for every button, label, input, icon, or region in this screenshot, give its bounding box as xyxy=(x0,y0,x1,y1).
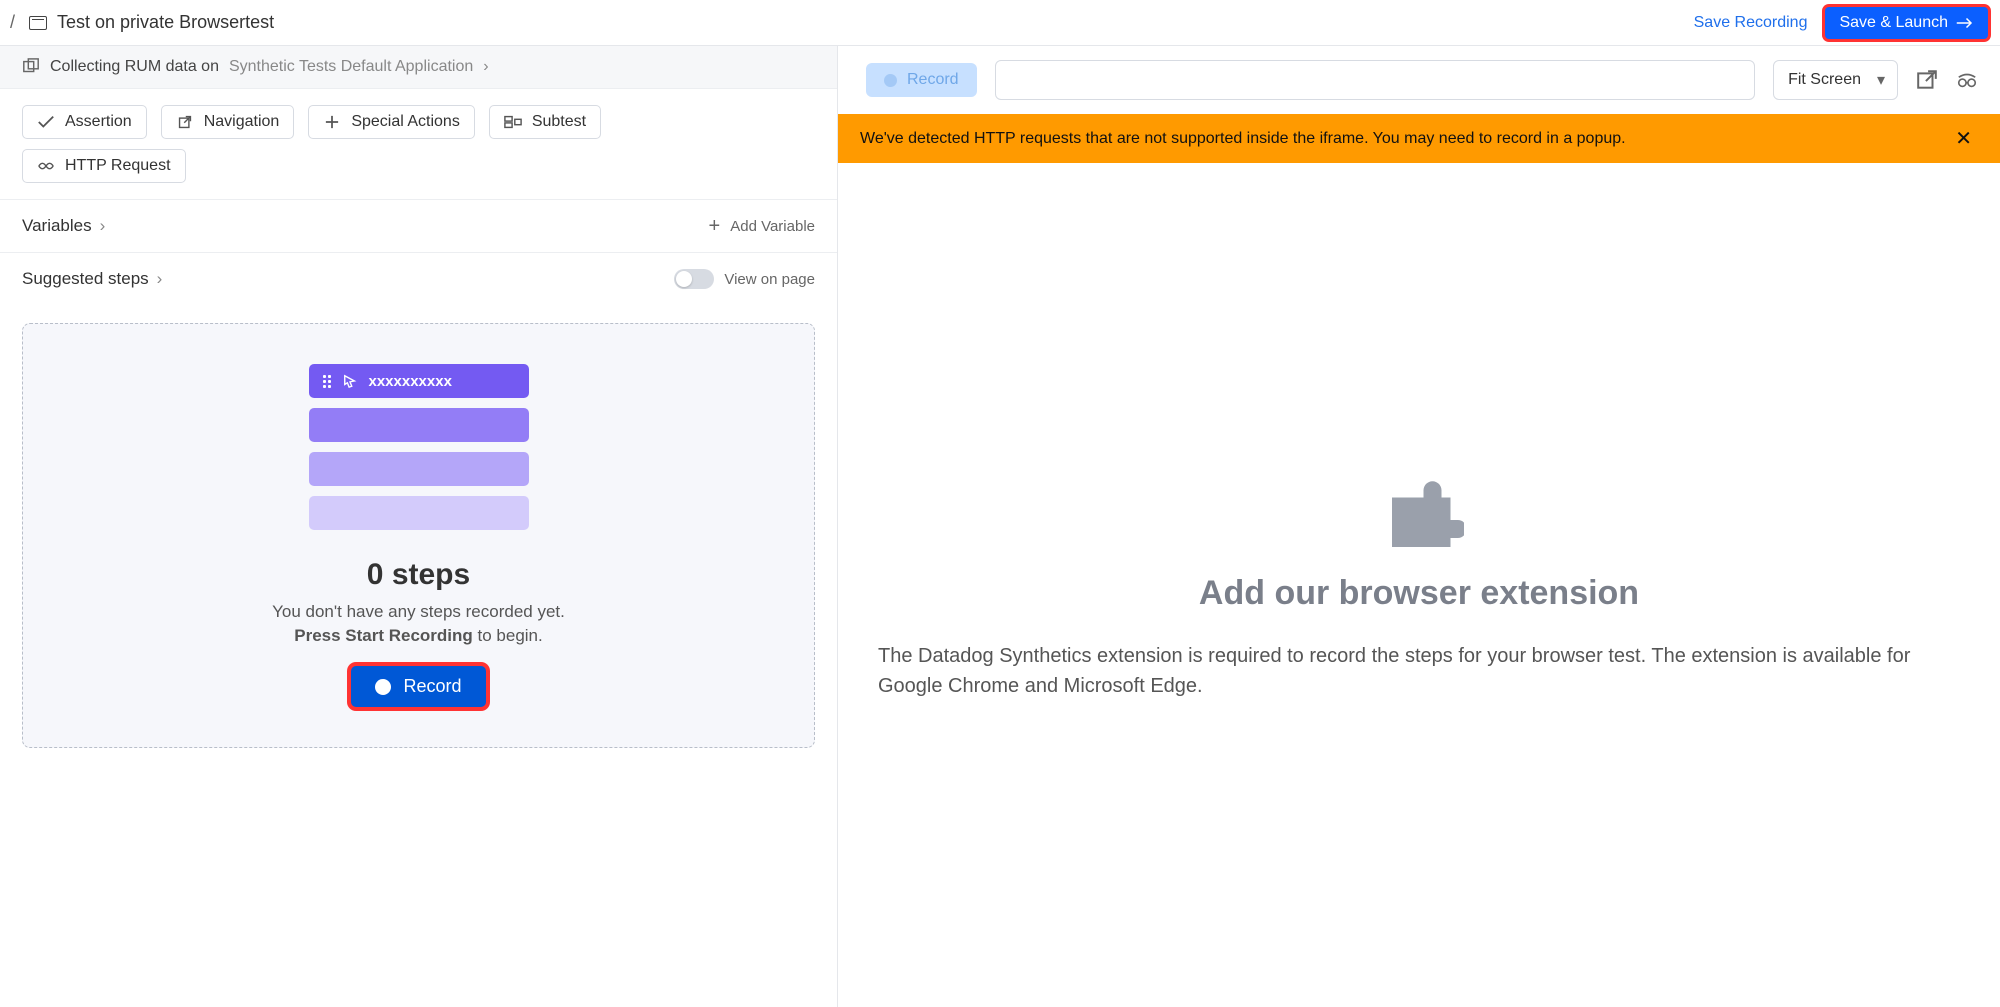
breadcrumb-separator: / xyxy=(6,12,19,33)
http-request-label: HTTP Request xyxy=(65,157,171,175)
record-dot-icon xyxy=(375,679,391,695)
external-link-icon xyxy=(176,115,194,129)
steps-empty-state: xxxxxxxxxx 0 steps You don't have any st… xyxy=(22,323,815,748)
topbar: / Test on private Browsertest Save Recor… xyxy=(0,0,2000,46)
variables-label: Variables xyxy=(22,216,92,236)
zoom-select[interactable]: Fit Screen ▾ xyxy=(1773,60,1898,100)
steps-empty-line2-rest: to begin. xyxy=(473,626,543,645)
assertion-label: Assertion xyxy=(65,113,132,131)
view-on-page-toggle[interactable] xyxy=(674,269,714,289)
right-pane: Record Fit Screen ▾ We've detected HTTP … xyxy=(838,46,2000,1007)
iframe-warning-banner: We've detected HTTP requests that are no… xyxy=(838,114,2000,163)
arrow-right-icon xyxy=(1956,16,1974,30)
record-dot-icon xyxy=(884,74,897,87)
page-title: Test on private Browsertest xyxy=(57,12,274,33)
preview-toolbar: Record Fit Screen ▾ xyxy=(838,46,2000,114)
add-variable-button[interactable]: + Add Variable xyxy=(709,216,815,236)
rum-prefix: Collecting RUM data on xyxy=(50,58,219,76)
browser-test-icon xyxy=(29,16,47,30)
assertion-button[interactable]: Assertion xyxy=(22,105,147,139)
chevron-right-icon: › xyxy=(483,58,488,76)
suggested-steps-section[interactable]: Suggested steps › View on page xyxy=(0,252,837,305)
steps-empty-line1: You don't have any steps recorded yet. xyxy=(53,602,784,622)
incognito-icon[interactable] xyxy=(1956,69,1978,91)
preview-record-label: Record xyxy=(907,71,959,89)
rum-icon xyxy=(22,58,40,76)
illustration-row xyxy=(309,496,529,530)
illustration-text: xxxxxxxxxx xyxy=(369,373,452,390)
extension-body: The Datadog Synthetics extension is requ… xyxy=(878,641,1960,701)
save-and-launch-button[interactable]: Save & Launch xyxy=(1825,7,1988,39)
close-icon[interactable]: ✕ xyxy=(1949,126,1978,151)
left-pane: Collecting RUM data on Synthetic Tests D… xyxy=(0,46,838,1007)
caret-down-icon: ▾ xyxy=(1877,70,1885,90)
save-and-launch-label: Save & Launch xyxy=(1839,14,1948,32)
record-button-label: Record xyxy=(403,676,461,697)
extension-heading: Add our browser extension xyxy=(1199,574,1639,613)
breadcrumb: / Test on private Browsertest xyxy=(6,12,274,33)
open-in-new-icon[interactable] xyxy=(1916,69,1938,91)
view-on-page-label: View on page xyxy=(724,271,815,288)
illustration-row xyxy=(309,452,529,486)
http-request-button[interactable]: HTTP Request xyxy=(22,149,186,183)
record-button[interactable]: Record xyxy=(351,666,485,707)
special-actions-label: Special Actions xyxy=(351,113,460,131)
steps-empty-line2: Press Start Recording to begin. xyxy=(53,626,784,646)
add-variable-label: Add Variable xyxy=(730,218,815,235)
extension-prompt: Add our browser extension The Datadog Sy… xyxy=(838,163,2000,1007)
navigation-label: Navigation xyxy=(204,113,280,131)
puzzle-icon xyxy=(1374,470,1464,552)
subtest-button[interactable]: Subtest xyxy=(489,105,601,139)
check-icon xyxy=(37,115,55,129)
steps-illustration: xxxxxxxxxx xyxy=(309,364,529,530)
url-input[interactable] xyxy=(995,60,1756,100)
cursor-icon xyxy=(343,374,357,388)
zoom-select-label: Fit Screen xyxy=(1788,71,1861,89)
steps-empty-line2-strong: Press Start Recording xyxy=(294,626,473,645)
special-actions-button[interactable]: Special Actions xyxy=(308,105,475,139)
drag-handle-icon xyxy=(323,375,331,388)
steps-count-heading: 0 steps xyxy=(53,558,784,592)
subtest-label: Subtest xyxy=(532,113,586,131)
http-icon xyxy=(37,159,55,173)
subtest-icon xyxy=(504,115,522,129)
illustration-row xyxy=(309,408,529,442)
plus-icon: + xyxy=(709,216,721,236)
save-recording-link[interactable]: Save Recording xyxy=(1694,14,1808,32)
navigation-button[interactable]: Navigation xyxy=(161,105,295,139)
illustration-row: xxxxxxxxxx xyxy=(309,364,529,398)
chevron-right-icon: › xyxy=(100,216,106,236)
iframe-warning-text: We've detected HTTP requests that are no… xyxy=(860,130,1626,148)
plus-icon xyxy=(323,115,341,129)
rum-bar[interactable]: Collecting RUM data on Synthetic Tests D… xyxy=(0,46,837,89)
suggested-steps-label: Suggested steps xyxy=(22,269,149,289)
variables-section[interactable]: Variables › + Add Variable xyxy=(0,199,837,252)
chevron-right-icon: › xyxy=(157,269,163,289)
rum-app-name: Synthetic Tests Default Application xyxy=(229,58,473,76)
preview-record-button[interactable]: Record xyxy=(866,63,977,97)
